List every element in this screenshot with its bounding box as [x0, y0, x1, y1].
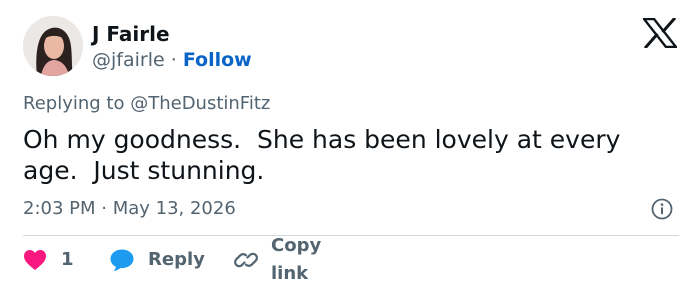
divider — [23, 235, 679, 236]
copy-link-button[interactable]: Copy link — [233, 235, 321, 284]
reply-label: Reply — [148, 249, 205, 270]
like-count: 1 — [61, 249, 74, 270]
heart-icon — [23, 249, 47, 271]
reply-context: Replying to @TheDustinFitz — [23, 92, 270, 116]
reply-button[interactable]: Reply — [109, 246, 205, 274]
x-logo-icon[interactable] — [641, 16, 679, 50]
author-handle-row: @jfairle · Follow — [92, 48, 252, 72]
tweet-card: J Fairle @jfairle · Follow Replying to @… — [0, 0, 700, 287]
avatar[interactable] — [23, 16, 83, 76]
copy-link-label: Copy link — [271, 235, 322, 284]
info-icon[interactable] — [651, 198, 673, 220]
tweet-timestamp[interactable]: 2:03 PM · May 13, 2026 — [23, 197, 236, 221]
like-button[interactable]: 1 — [23, 246, 74, 274]
reply-mention-link[interactable]: @TheDustinFitz — [130, 93, 270, 114]
avatar-image — [23, 16, 83, 76]
author-handle[interactable]: @jfairle — [92, 49, 165, 71]
speech-bubble-icon — [109, 248, 135, 272]
reply-context-prefix: Replying to — [23, 93, 125, 114]
author-display-name[interactable]: J Fairle — [92, 22, 170, 46]
link-icon — [233, 248, 259, 272]
handle-separator: · — [170, 49, 177, 71]
tweet-text: Oh my goodness. She has been lovely at e… — [23, 125, 629, 185]
follow-button[interactable]: Follow — [183, 49, 252, 71]
